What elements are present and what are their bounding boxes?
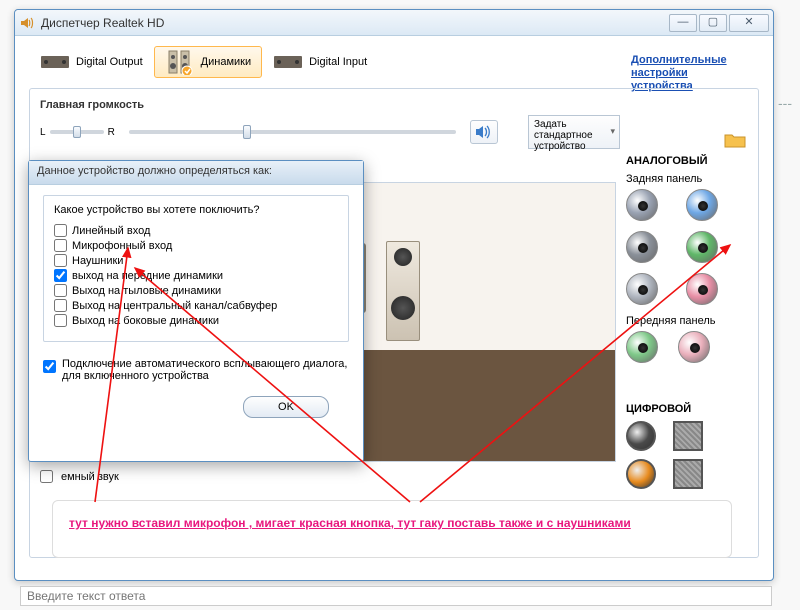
option-headphones-checkbox[interactable] <box>54 254 67 267</box>
set-default-button[interactable]: Задать стандартное устройство <box>528 115 620 149</box>
spdif-out-icon[interactable] <box>626 459 656 489</box>
balance-slider[interactable]: L R <box>40 127 115 138</box>
option-rear-speakers[interactable]: Выход на тыловые динамики <box>54 284 338 297</box>
amplifier-icon <box>273 51 303 73</box>
device-detect-dialog: Данное устройство должно определяться ка… <box>28 160 364 462</box>
jack-blue[interactable] <box>686 189 718 221</box>
option-mic-in-checkbox[interactable] <box>54 239 67 252</box>
option-mic-in[interactable]: Микрофонный вход <box>54 239 338 252</box>
jack-grey[interactable] <box>626 189 658 221</box>
back-panel-label: Задняя панель <box>626 173 746 185</box>
option-front-speakers[interactable]: выход на передние динамики <box>54 269 338 282</box>
optical-out-icon[interactable] <box>673 459 703 489</box>
balance-left: L <box>40 127 46 138</box>
analog-heading: АНАЛОГОВЫЙ <box>626 155 746 167</box>
option-label: Выход на тыловые динамики <box>72 285 221 297</box>
option-center-sub[interactable]: Выход на центральный канал/сабвуфер <box>54 299 338 312</box>
tab-digital-output[interactable]: Digital Output <box>29 46 154 78</box>
option-label: Выход на боковые динамики <box>72 315 219 327</box>
jack-black[interactable] <box>626 231 658 263</box>
ok-button[interactable]: OK <box>243 396 329 418</box>
speaker-right-icon <box>386 241 420 341</box>
volume-label: Главная громкость <box>40 99 620 111</box>
minimize-button[interactable]: — <box>669 14 697 32</box>
reply-input[interactable] <box>20 586 772 606</box>
tab-label: Digital Input <box>309 56 367 68</box>
option-label: выход на передние динамики <box>72 270 223 282</box>
titlebar: Диспетчер Realtek HD — ▢ ✕ <box>15 10 773 36</box>
jack-green-front[interactable] <box>626 331 658 363</box>
virtual-surround-label: емный звук <box>61 471 119 483</box>
option-side-speakers-checkbox[interactable] <box>54 314 67 327</box>
option-line-in[interactable]: Линейный вход <box>54 224 338 237</box>
balance-right: R <box>108 127 115 138</box>
dialog-options-group: Какое устройство вы хотете поключить? Ли… <box>43 195 349 342</box>
tab-digital-input[interactable]: Digital Input <box>262 46 378 78</box>
option-label: Микрофонный вход <box>72 240 172 252</box>
virtual-surround-checkbox[interactable] <box>40 470 53 483</box>
optical-in-icon[interactable] <box>673 421 703 451</box>
tab-label: Digital Output <box>76 56 143 68</box>
option-side-speakers[interactable]: Выход на боковые динамики <box>54 314 338 327</box>
folder-icon[interactable] <box>724 131 746 149</box>
jack-silver[interactable] <box>626 273 658 305</box>
annotation-note: тут нужно вставил микрофон , мигает крас… <box>52 500 732 558</box>
tab-speakers[interactable]: Динамики <box>154 46 262 78</box>
window-title: Диспетчер Realtek HD <box>41 16 669 30</box>
jack-pink-front[interactable] <box>678 331 710 363</box>
option-label: Выход на центральный канал/сабвуфер <box>72 300 277 312</box>
jack-pink-back[interactable] <box>686 273 718 305</box>
jack-green[interactable] <box>686 231 718 263</box>
option-rear-speakers-checkbox[interactable] <box>54 284 67 297</box>
option-label: Линейный вход <box>72 225 150 237</box>
window-buttons: — ▢ ✕ <box>669 14 769 32</box>
dialog-question: Какое устройство вы хотете поключить? <box>54 204 338 216</box>
option-front-speakers-checkbox[interactable] <box>54 269 67 282</box>
auto-popup-label: Подключение автоматического всплывающего… <box>62 358 349 382</box>
speaker-icon <box>19 15 35 31</box>
connector-panel: АНАЛОГОВЫЙ Задняя панель Передняя панель… <box>626 155 746 489</box>
auto-popup-row: Подключение автоматического всплывающего… <box>43 358 349 382</box>
option-line-in-checkbox[interactable] <box>54 224 67 237</box>
dialog-title: Данное устройство должно определяться ка… <box>29 161 363 185</box>
mute-button[interactable] <box>470 120 498 144</box>
digital-heading: ЦИФРОВОЙ <box>626 403 746 415</box>
close-button[interactable]: ✕ <box>729 14 769 32</box>
maximize-button[interactable]: ▢ <box>699 14 727 32</box>
option-center-sub-checkbox[interactable] <box>54 299 67 312</box>
option-headphones[interactable]: Наушники <box>54 254 338 267</box>
front-panel-label: Передняя панель <box>626 315 746 327</box>
volume-slider[interactable] <box>129 130 456 134</box>
tab-label: Динамики <box>201 56 251 68</box>
amplifier-icon <box>40 51 70 73</box>
speakers-icon <box>165 51 195 73</box>
spdif-in-icon[interactable] <box>626 421 656 451</box>
option-label: Наушники <box>72 255 123 267</box>
auto-popup-checkbox[interactable] <box>43 360 56 373</box>
